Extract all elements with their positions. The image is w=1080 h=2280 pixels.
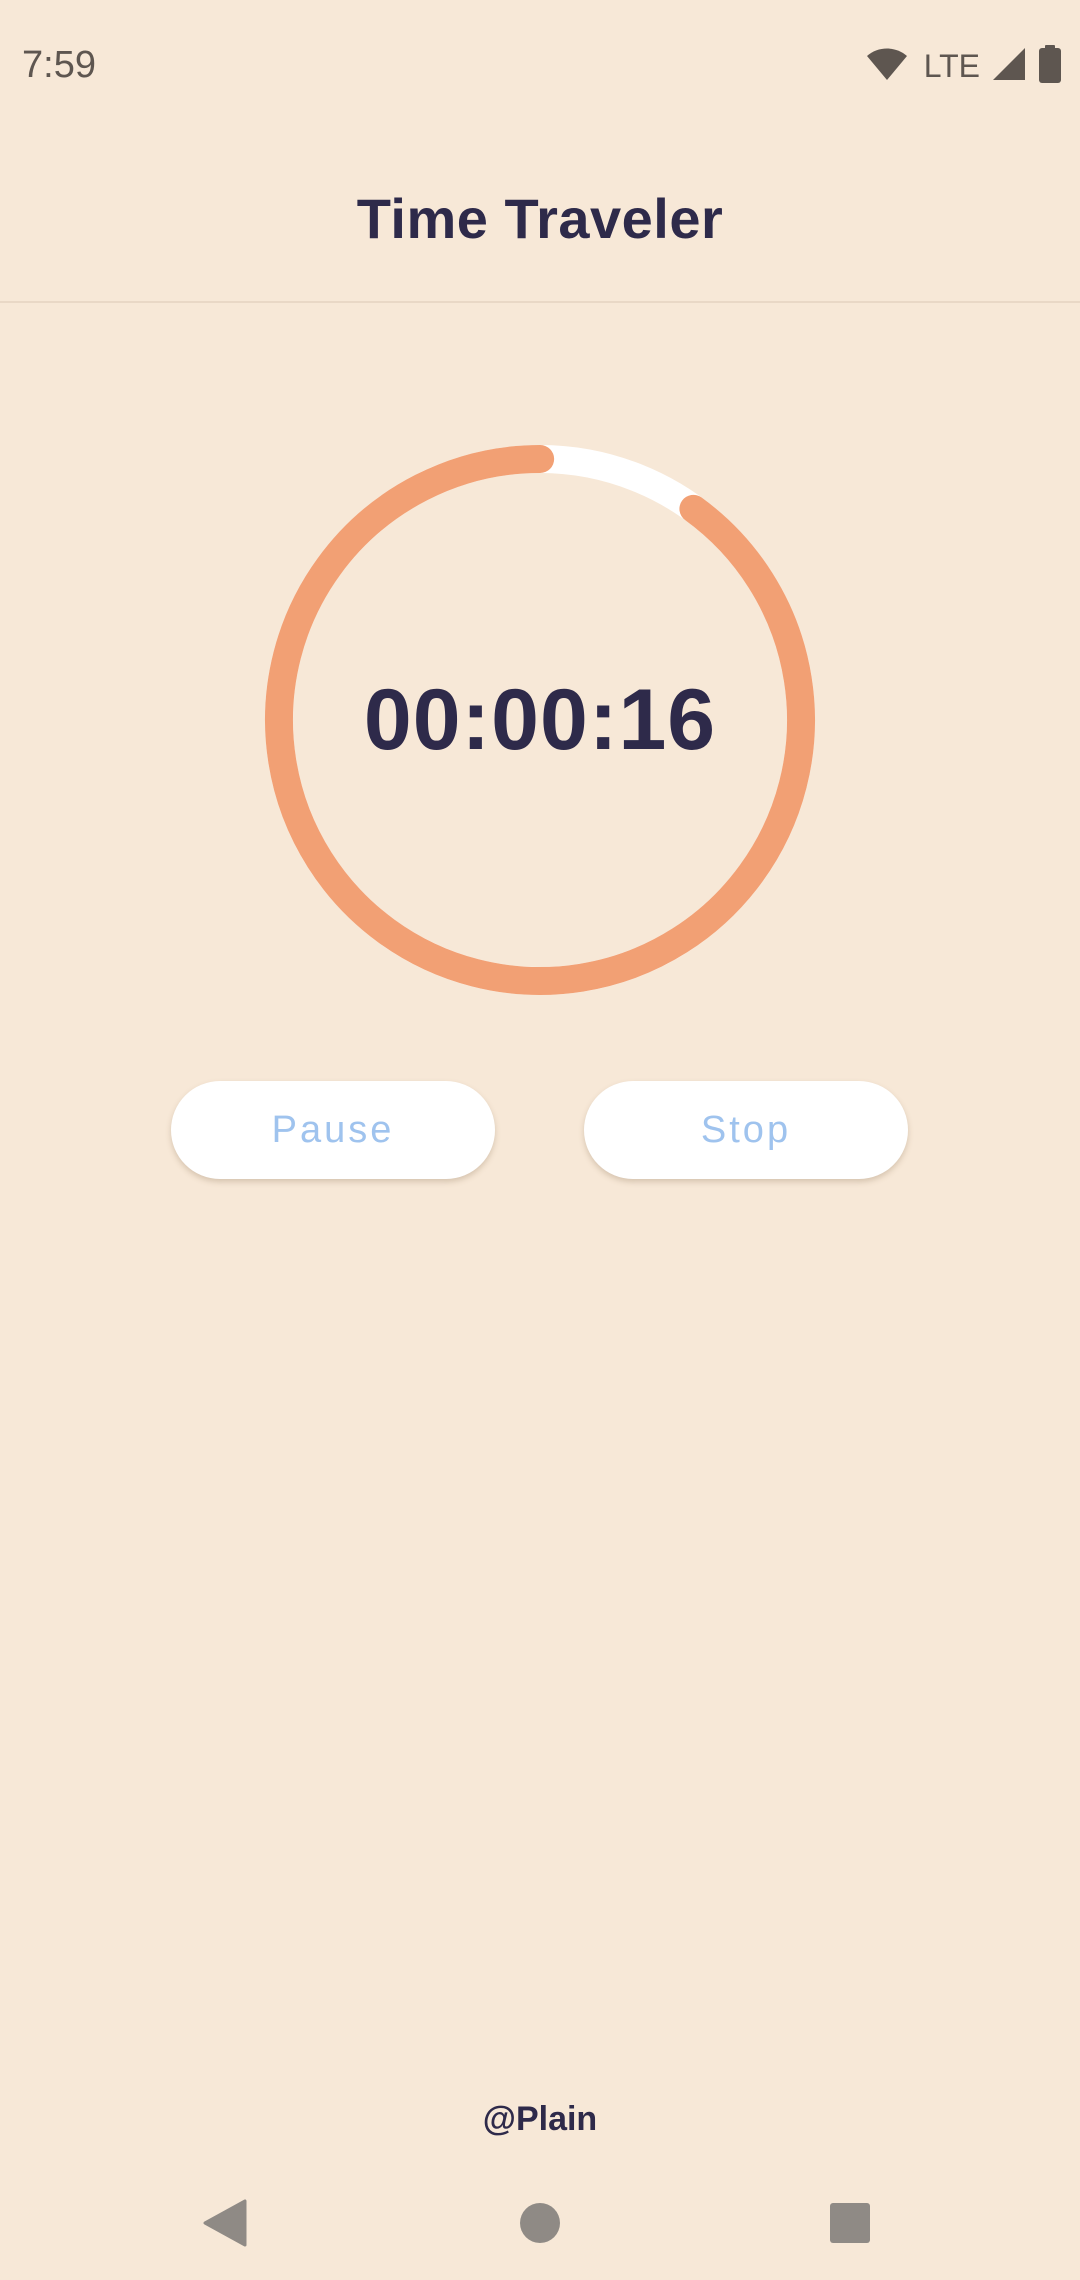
screen: 7:59 LTE Time Traveler 00:00:16 Pause St… <box>0 0 1080 2280</box>
signal-icon <box>992 47 1026 86</box>
pause-button[interactable]: Pause <box>171 1081 495 1179</box>
footer-handle: @Plain <box>482 2100 598 2138</box>
recents-button[interactable] <box>815 2190 885 2260</box>
home-button[interactable] <box>505 2190 575 2260</box>
app-bar: Time Traveler <box>0 135 1080 303</box>
battery-icon <box>1038 44 1062 88</box>
back-button[interactable] <box>190 2190 260 2260</box>
timer-circle: 00:00:16 <box>260 440 820 1000</box>
network-type: LTE <box>923 47 980 84</box>
wifi-icon <box>866 47 908 86</box>
navigation-bar <box>0 2170 1080 2280</box>
page-title: Time Traveler <box>356 186 724 250</box>
status-time: 7:59 <box>22 44 96 86</box>
home-icon <box>519 2202 561 2249</box>
recents-icon <box>829 2202 871 2249</box>
status-bar: 7:59 LTE <box>0 0 1080 135</box>
timer-display: 00:00:16 <box>363 671 717 768</box>
stop-button[interactable]: Stop <box>584 1081 908 1179</box>
back-icon <box>203 2199 247 2252</box>
status-icons: LTE <box>866 44 1062 88</box>
